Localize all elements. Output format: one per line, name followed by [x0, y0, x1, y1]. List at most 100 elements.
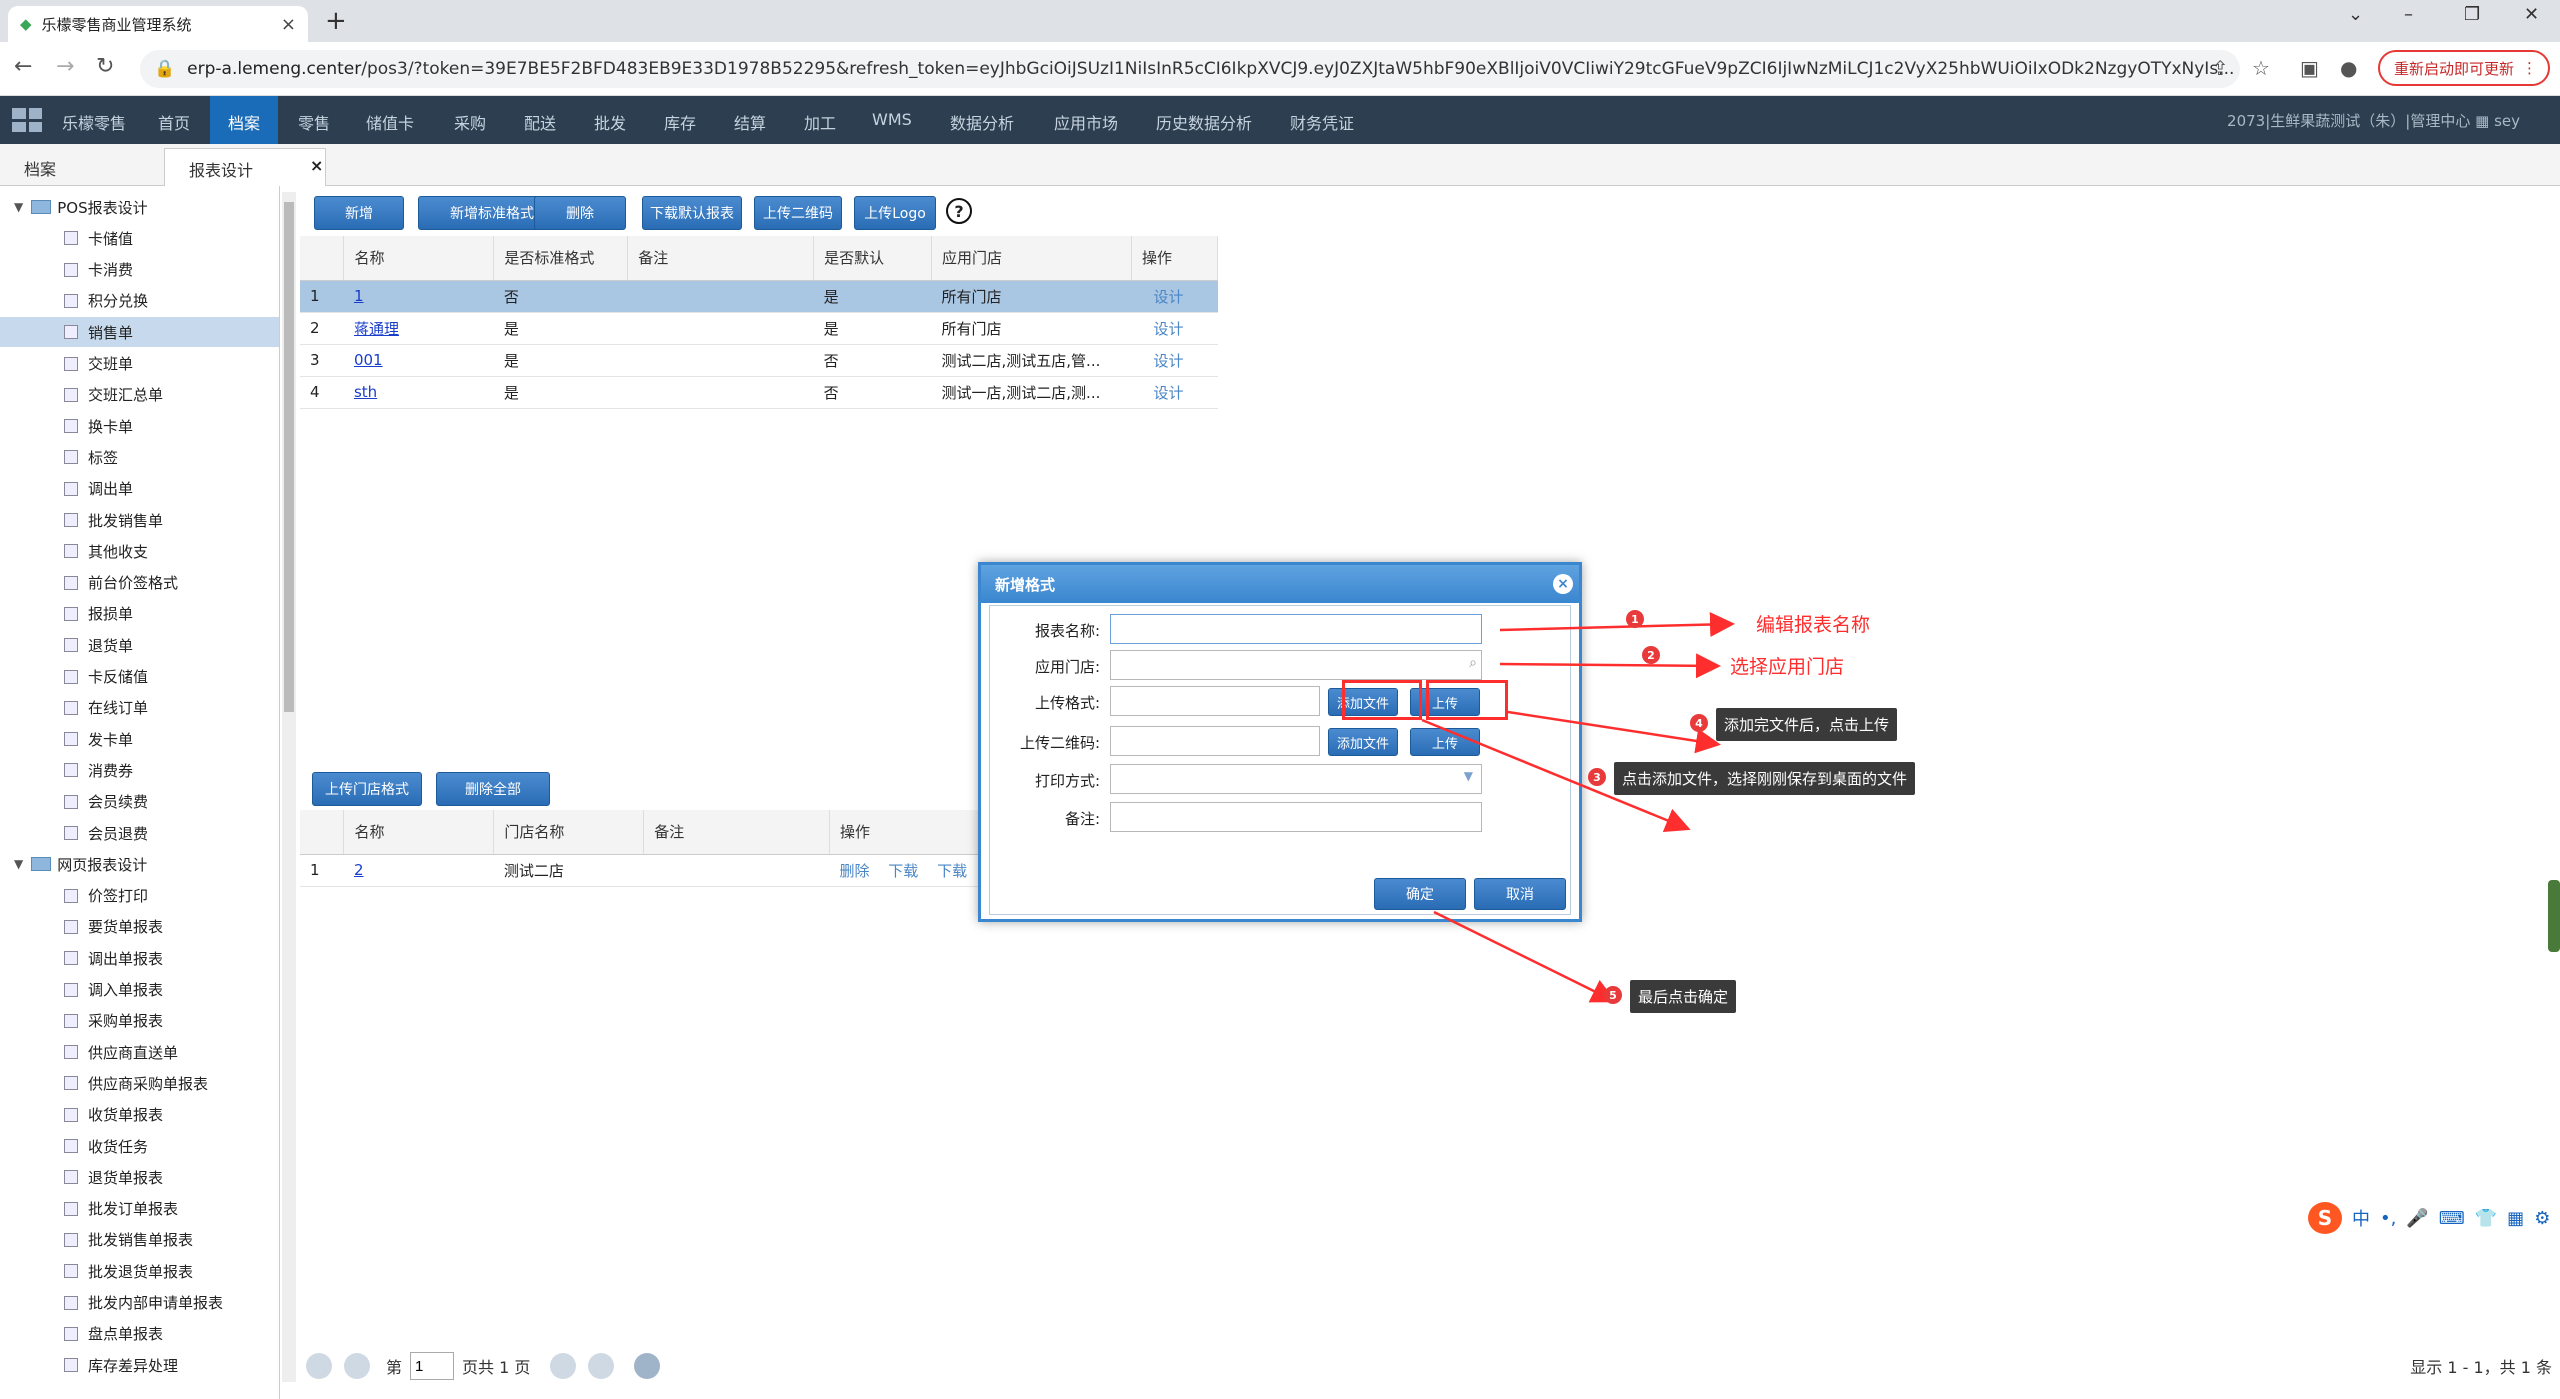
- tree-item[interactable]: 会员续费: [64, 787, 148, 817]
- row-name-link[interactable]: sth: [354, 383, 377, 401]
- dialog-close-icon[interactable]: ×: [1553, 574, 1573, 594]
- ime-chinese-mode[interactable]: 中: [2352, 1205, 2370, 1231]
- nav-data-analysis[interactable]: 数据分析: [950, 110, 1014, 134]
- tree-item[interactable]: 调出单报表: [64, 943, 163, 973]
- add-button[interactable]: 新增: [314, 196, 404, 230]
- nav-purchase[interactable]: 采购: [454, 110, 486, 134]
- col-action[interactable]: 操作: [1131, 236, 1219, 281]
- tree-item[interactable]: 卡反储值: [64, 662, 148, 692]
- col-default[interactable]: 是否默认: [813, 236, 933, 281]
- tree-group-web[interactable]: ▼ 网页报表设计: [14, 849, 147, 879]
- tree-scrollbar-thumb[interactable]: [284, 202, 294, 712]
- nav-stored-card[interactable]: 储值卡: [366, 110, 414, 134]
- help-icon[interactable]: ?: [946, 198, 972, 224]
- nav-finance-voucher[interactable]: 财务凭证: [1290, 110, 1354, 134]
- tree-item[interactable]: 销售单: [0, 317, 279, 348]
- tree-item[interactable]: 积分兑换: [64, 286, 148, 316]
- tree-item[interactable]: 发卡单: [64, 724, 133, 754]
- tree-item[interactable]: 在线订单: [64, 693, 148, 723]
- forward-icon[interactable]: →: [56, 54, 74, 79]
- design-link[interactable]: 设计: [1153, 320, 1183, 338]
- bookmark-star-icon[interactable]: ☆: [2252, 56, 2270, 80]
- row-name-link[interactable]: 2: [354, 861, 364, 879]
- nav-settlement[interactable]: 结算: [734, 110, 766, 134]
- tree-item[interactable]: 消费券: [64, 755, 133, 785]
- table-row[interactable]: 1 1 否 是所有门店 设计: [300, 280, 1218, 313]
- close-window-icon[interactable]: ✕: [2524, 4, 2539, 25]
- nav-home[interactable]: 首页: [158, 110, 190, 134]
- nav-wms[interactable]: WMS: [872, 110, 912, 129]
- tree-item[interactable]: 批发订单报表: [64, 1194, 178, 1224]
- back-icon[interactable]: ←: [14, 54, 32, 79]
- profile-avatar-icon[interactable]: ●: [2340, 56, 2357, 80]
- download-default-report-button[interactable]: 下载默认报表: [642, 196, 742, 230]
- nav-app-market[interactable]: 应用市场: [1054, 110, 1118, 134]
- tree-item[interactable]: 采购单报表: [64, 1006, 163, 1036]
- upload-qr-button[interactable]: 上传: [1410, 728, 1480, 756]
- delete-button[interactable]: 删除: [534, 196, 626, 230]
- browser-tab[interactable]: ◆ 乐檬零售商业管理系统 ×: [8, 6, 308, 42]
- table-row[interactable]: 3 001 是 否测试二店,测试五店,管... 设计: [300, 344, 1218, 377]
- tree-item[interactable]: 卡储值: [64, 223, 133, 253]
- new-tab-icon[interactable]: +: [325, 6, 347, 36]
- design-link[interactable]: 设计: [1153, 288, 1183, 306]
- nav-processing[interactable]: 加工: [804, 110, 836, 134]
- store-picker[interactable]: ⌕: [1110, 650, 1482, 680]
- table-row[interactable]: 4 sth 是 否测试一店,测试二店,测... 设计: [300, 376, 1218, 409]
- punctuation-icon[interactable]: •,: [2380, 1208, 2396, 1229]
- tree-item[interactable]: 批发销售单: [64, 505, 163, 535]
- org-user-info[interactable]: 2073|生鲜果蔬测试（朱）|管理中心 ▦ sey: [2227, 110, 2520, 131]
- tab-report-design[interactable]: 报表设计: [164, 148, 326, 186]
- col-note[interactable]: 备注: [627, 236, 815, 281]
- row-name-link[interactable]: 001: [354, 351, 383, 369]
- side-widget[interactable]: [2548, 880, 2560, 952]
- nav-archive[interactable]: 档案: [210, 96, 279, 144]
- design-link[interactable]: 设计: [1153, 384, 1183, 402]
- row-name-link[interactable]: 1: [354, 287, 364, 305]
- tree-item[interactable]: 报损单: [64, 599, 133, 629]
- cancel-button[interactable]: 取消: [1474, 878, 1566, 910]
- design-link[interactable]: 设计: [1153, 352, 1183, 370]
- tree-item[interactable]: 卡消费: [64, 255, 133, 285]
- reload-icon[interactable]: ↻: [96, 54, 114, 79]
- side-panel-icon[interactable]: ▣: [2300, 56, 2319, 80]
- print-mode-select[interactable]: ▼: [1110, 764, 1482, 794]
- note-input[interactable]: [1110, 802, 1482, 832]
- table-row[interactable]: 1 2 测试二店 删除 下载 下载: [300, 854, 980, 887]
- tab-search-icon[interactable]: ⌄: [2348, 4, 2363, 25]
- skin-icon[interactable]: 👕: [2475, 1208, 2497, 1229]
- tree-group-pos[interactable]: ▼ POS报表设计: [14, 192, 148, 222]
- upload-qrcode-button[interactable]: 上传二维码: [754, 196, 842, 230]
- confirm-button[interactable]: 确定: [1374, 878, 1466, 910]
- page-input[interactable]: [410, 1352, 455, 1380]
- tree-item[interactable]: 盘点单报表: [64, 1319, 163, 1349]
- tree-item[interactable]: 批发退货单报表: [64, 1256, 193, 1286]
- report-name-input[interactable]: [1110, 614, 1482, 644]
- tree-item[interactable]: 调入单报表: [64, 975, 163, 1005]
- nav-inventory[interactable]: 库存: [664, 110, 696, 134]
- qr-file-field[interactable]: [1110, 726, 1320, 756]
- close-tab-icon[interactable]: ×: [310, 156, 323, 175]
- settings-icon[interactable]: ⚙: [2534, 1208, 2550, 1229]
- col-name[interactable]: 名称: [343, 810, 495, 855]
- tab-archive[interactable]: 档案: [24, 156, 56, 180]
- tree-item[interactable]: 收货任务: [64, 1131, 148, 1161]
- url-field[interactable]: 🔒 erp-a.lemeng.center /pos3/?token=39E7B…: [140, 50, 2240, 88]
- col-store-name[interactable]: 门店名称: [493, 810, 645, 855]
- col-note[interactable]: 备注: [643, 810, 830, 855]
- tree-item[interactable]: 批发内部申请单报表: [64, 1288, 223, 1318]
- download-link-2[interactable]: 下载: [937, 862, 967, 880]
- tree-item[interactable]: 交班汇总单: [64, 380, 163, 410]
- tree-item[interactable]: 退货单: [64, 630, 133, 660]
- nav-wholesale[interactable]: 批发: [594, 110, 626, 134]
- share-icon[interactable]: ⇪: [2212, 56, 2229, 80]
- download-link[interactable]: 下载: [888, 862, 918, 880]
- col-store[interactable]: 应用门店: [931, 236, 1132, 281]
- tree-item[interactable]: 换卡单: [64, 411, 133, 441]
- microphone-icon[interactable]: 🎤: [2406, 1208, 2428, 1229]
- row-name-link[interactable]: 蒋通理: [354, 320, 399, 338]
- close-tab-icon[interactable]: ×: [281, 14, 296, 35]
- format-file-field[interactable]: [1110, 686, 1320, 716]
- upload-store-format-button[interactable]: 上传门店格式: [312, 772, 422, 806]
- minimize-icon[interactable]: –: [2404, 4, 2413, 25]
